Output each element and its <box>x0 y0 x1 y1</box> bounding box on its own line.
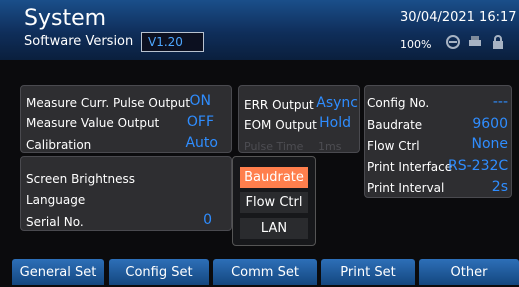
print-interval-value[interactable]: 2s <box>450 179 508 195</box>
calibration-label: Calibration <box>26 138 92 152</box>
flow-ctrl-label: Flow Ctrl <box>367 139 420 153</box>
tab-config-set[interactable]: Config Set <box>109 259 209 285</box>
baudrate-value[interactable]: 9600 <box>450 116 508 132</box>
popup-item-flow-ctrl[interactable]: Flow Ctrl <box>240 192 308 213</box>
print-interval-label: Print Interval <box>367 181 445 195</box>
measure-value-output-label: Measure Value Output <box>26 116 160 130</box>
serial-no-label: Serial No. <box>26 215 84 229</box>
config-no-label: Config No. <box>367 96 430 110</box>
calibration-value[interactable]: Auto <box>180 135 218 151</box>
tab-other[interactable]: Other <box>419 259 519 285</box>
print-interface-label: Print Interface <box>367 160 453 174</box>
printer-icon <box>469 36 481 46</box>
measure-curr-pulse-output-value[interactable]: ON <box>183 93 212 109</box>
lock-icon <box>493 35 503 49</box>
page-title: System <box>24 6 107 31</box>
software-version-label: Software Version <box>24 34 134 49</box>
language-label: Language <box>26 193 86 207</box>
tab-print-set[interactable]: Print Set <box>321 259 415 285</box>
pulse-time-label: Pulse Time <box>244 140 304 153</box>
datetime: 30/04/2021 16:17 <box>400 10 517 25</box>
config-no-value: --- <box>492 94 508 110</box>
measure-curr-pulse-output-label: Measure Curr. Pulse Output <box>26 96 191 110</box>
eom-output-value[interactable]: Hold <box>317 115 351 131</box>
baudrate-label: Baudrate <box>367 118 423 132</box>
pulse-time-value: 1ms <box>318 140 342 153</box>
tab-general-set[interactable]: General Set <box>12 259 104 285</box>
popup-item-baudrate[interactable]: Baudrate <box>240 167 308 188</box>
print-interface-value[interactable]: RS-232C <box>448 158 508 174</box>
err-output-value[interactable]: Async <box>314 95 358 111</box>
software-version-value: V1.20 <box>141 32 204 52</box>
err-output-label: ERR Output <box>244 98 314 112</box>
screen-brightness-label: Screen Brightness <box>26 172 135 186</box>
usb-icon <box>446 35 460 49</box>
measure-value-output-value[interactable]: OFF <box>183 114 214 130</box>
eom-output-label: EOM Output <box>244 118 317 132</box>
serial-no-value: 0 <box>203 212 212 228</box>
flow-ctrl-value[interactable]: None <box>450 136 508 152</box>
popup-item-lan[interactable]: LAN <box>240 218 308 239</box>
battery-level: 100% <box>400 38 432 51</box>
tab-comm-set[interactable]: Comm Set <box>213 259 317 285</box>
